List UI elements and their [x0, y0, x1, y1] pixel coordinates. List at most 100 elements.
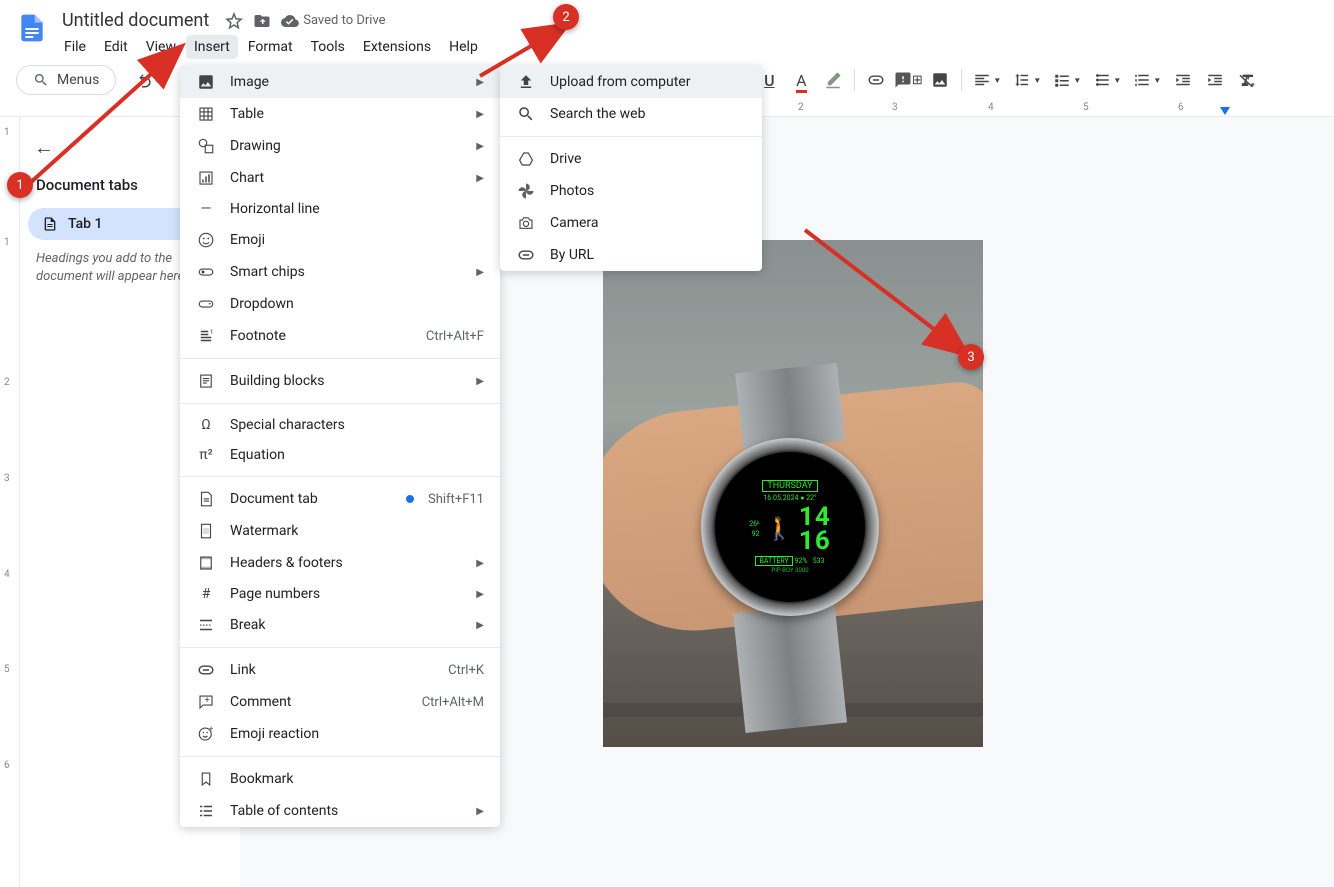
save-status-label: Saved to Drive — [303, 13, 385, 28]
insert-pagenums[interactable]: #Page numbers▶ — [180, 579, 500, 609]
ruler-tick: 5 — [1083, 102, 1089, 113]
menu-separator — [180, 476, 500, 477]
drive-icon — [516, 150, 536, 168]
chips-icon — [196, 263, 216, 281]
hash-icon: # — [196, 586, 216, 602]
pipboy-icon: 🚶 — [766, 517, 793, 542]
pi-icon: π² — [196, 447, 216, 463]
break-icon — [196, 616, 216, 634]
title-area: Untitled document Saved to Drive File Ed… — [56, 8, 1318, 59]
chevron-right-icon: ▶ — [476, 267, 484, 278]
ruler-tick: 5 — [4, 664, 10, 675]
insert-doctab[interactable]: Document tabShift+F11 — [180, 483, 500, 515]
save-status[interactable]: Saved to Drive — [281, 12, 385, 30]
insert-dropdown[interactable]: Dropdown — [180, 288, 500, 320]
image-camera[interactable]: Camera — [500, 207, 762, 239]
insert-footnote[interactable]: 1FootnoteCtrl+Alt+F — [180, 320, 500, 352]
insert-break[interactable]: Break▶ — [180, 609, 500, 641]
chevron-right-icon: ▶ — [476, 173, 484, 184]
svg-text:+: + — [209, 725, 213, 733]
chevron-right-icon: ▶ — [476, 806, 484, 817]
document-tab-chip[interactable]: Tab 1 — [28, 208, 198, 240]
menu-tools[interactable]: Tools — [303, 35, 353, 59]
align-button[interactable]: ▼ — [968, 65, 1006, 95]
camera-icon — [516, 214, 536, 232]
checklist-button[interactable]: ▼ — [1048, 65, 1086, 95]
ruler-tick: 2 — [798, 102, 804, 113]
highlight-button[interactable] — [818, 65, 848, 95]
toc-icon — [196, 802, 216, 820]
menubar: File Edit View Insert Format Tools Exten… — [56, 35, 1318, 59]
vertical-ruler[interactable]: 1 1 2 3 4 5 6 — [0, 117, 20, 887]
chevron-right-icon: ▶ — [476, 620, 484, 631]
comment-icon: + — [196, 693, 216, 711]
outdent-button[interactable] — [1168, 65, 1198, 95]
annotation-badge-3: 3 — [958, 344, 984, 370]
insert-emoji-reaction[interactable]: +Emoji reaction — [180, 718, 500, 750]
star-icon[interactable] — [225, 12, 243, 30]
link-icon — [516, 246, 536, 264]
insert-chart[interactable]: Chart▶ — [180, 162, 500, 194]
ruler-tick: 2 — [4, 377, 10, 388]
insert-headers[interactable]: Headers & footers▶ — [180, 547, 500, 579]
chevron-right-icon: ▶ — [476, 109, 484, 120]
chevron-right-icon: ▶ — [476, 589, 484, 600]
menu-format[interactable]: Format — [240, 35, 301, 59]
link-button[interactable] — [861, 65, 891, 95]
bookmark-icon — [196, 770, 216, 788]
image-search[interactable]: Search the web — [500, 98, 762, 130]
toolbar-divider — [854, 69, 855, 91]
image-photos[interactable]: Photos — [500, 175, 762, 207]
menu-separator — [500, 136, 762, 137]
hline-icon: — — [196, 201, 216, 217]
ruler-tick: 1 — [4, 127, 10, 138]
insert-emoji[interactable]: Emoji — [180, 224, 500, 256]
link-icon — [196, 661, 216, 679]
ruler-tick: 4 — [4, 569, 10, 580]
bullet-list-button[interactable]: ▼ — [1088, 65, 1126, 95]
insert-equation[interactable]: π²Equation — [180, 440, 500, 470]
insert-special[interactable]: ΩSpecial characters — [180, 410, 500, 440]
ruler-tick: 1 — [4, 237, 10, 248]
text-color-button[interactable]: A — [786, 65, 816, 95]
svg-text:+: + — [205, 696, 210, 706]
annotation-badge-2: 2 — [553, 4, 579, 30]
insert-menu-dropdown: Image▶ Table▶ Drawing▶ Chart▶ —Horizonta… — [180, 66, 500, 827]
watermark-icon — [196, 522, 216, 540]
number-list-button[interactable]: ▼ — [1128, 65, 1166, 95]
image-byurl[interactable]: By URL — [500, 239, 762, 271]
annotation-badge-1: 1 — [7, 172, 33, 198]
emoji-icon — [196, 231, 216, 249]
blocks-icon — [196, 372, 216, 390]
insert-hline[interactable]: —Horizontal line — [180, 194, 500, 224]
ruler-tick: 4 — [988, 102, 994, 113]
indent-button[interactable] — [1200, 65, 1230, 95]
toolbar-divider — [961, 69, 962, 91]
insert-image-button[interactable] — [925, 65, 955, 95]
insert-table[interactable]: Table▶ — [180, 98, 500, 130]
insert-comment[interactable]: +CommentCtrl+Alt+M — [180, 686, 500, 718]
move-icon[interactable] — [253, 12, 271, 30]
omega-icon: Ω — [196, 417, 216, 433]
insert-link[interactable]: LinkCtrl+K — [180, 654, 500, 686]
insert-bookmark[interactable]: Bookmark — [180, 763, 500, 795]
insert-chips[interactable]: Smart chips▶ — [180, 256, 500, 288]
image-drive[interactable]: Drive — [500, 143, 762, 175]
clear-formatting-button[interactable] — [1232, 65, 1262, 95]
menu-extensions[interactable]: Extensions — [355, 35, 439, 59]
ruler-tick: 3 — [4, 473, 10, 484]
tab-icon — [42, 216, 58, 232]
insert-watermark[interactable]: Watermark — [180, 515, 500, 547]
insert-image[interactable]: Image▶ — [180, 66, 500, 98]
ruler-tick: 6 — [1178, 102, 1184, 113]
insert-drawing[interactable]: Drawing▶ — [180, 130, 500, 162]
insert-blocks[interactable]: Building blocks▶ — [180, 365, 500, 397]
ruler-marker-icon[interactable] — [1220, 107, 1230, 117]
insert-toc[interactable]: Table of contents▶ — [180, 795, 500, 827]
menu-separator — [180, 403, 500, 404]
annotation-arrow — [20, 28, 200, 193]
headers-icon — [196, 554, 216, 572]
doctab-icon — [196, 490, 216, 508]
line-spacing-button[interactable]: ▼ — [1008, 65, 1046, 95]
comment-button[interactable]: ⊞ — [893, 65, 923, 95]
